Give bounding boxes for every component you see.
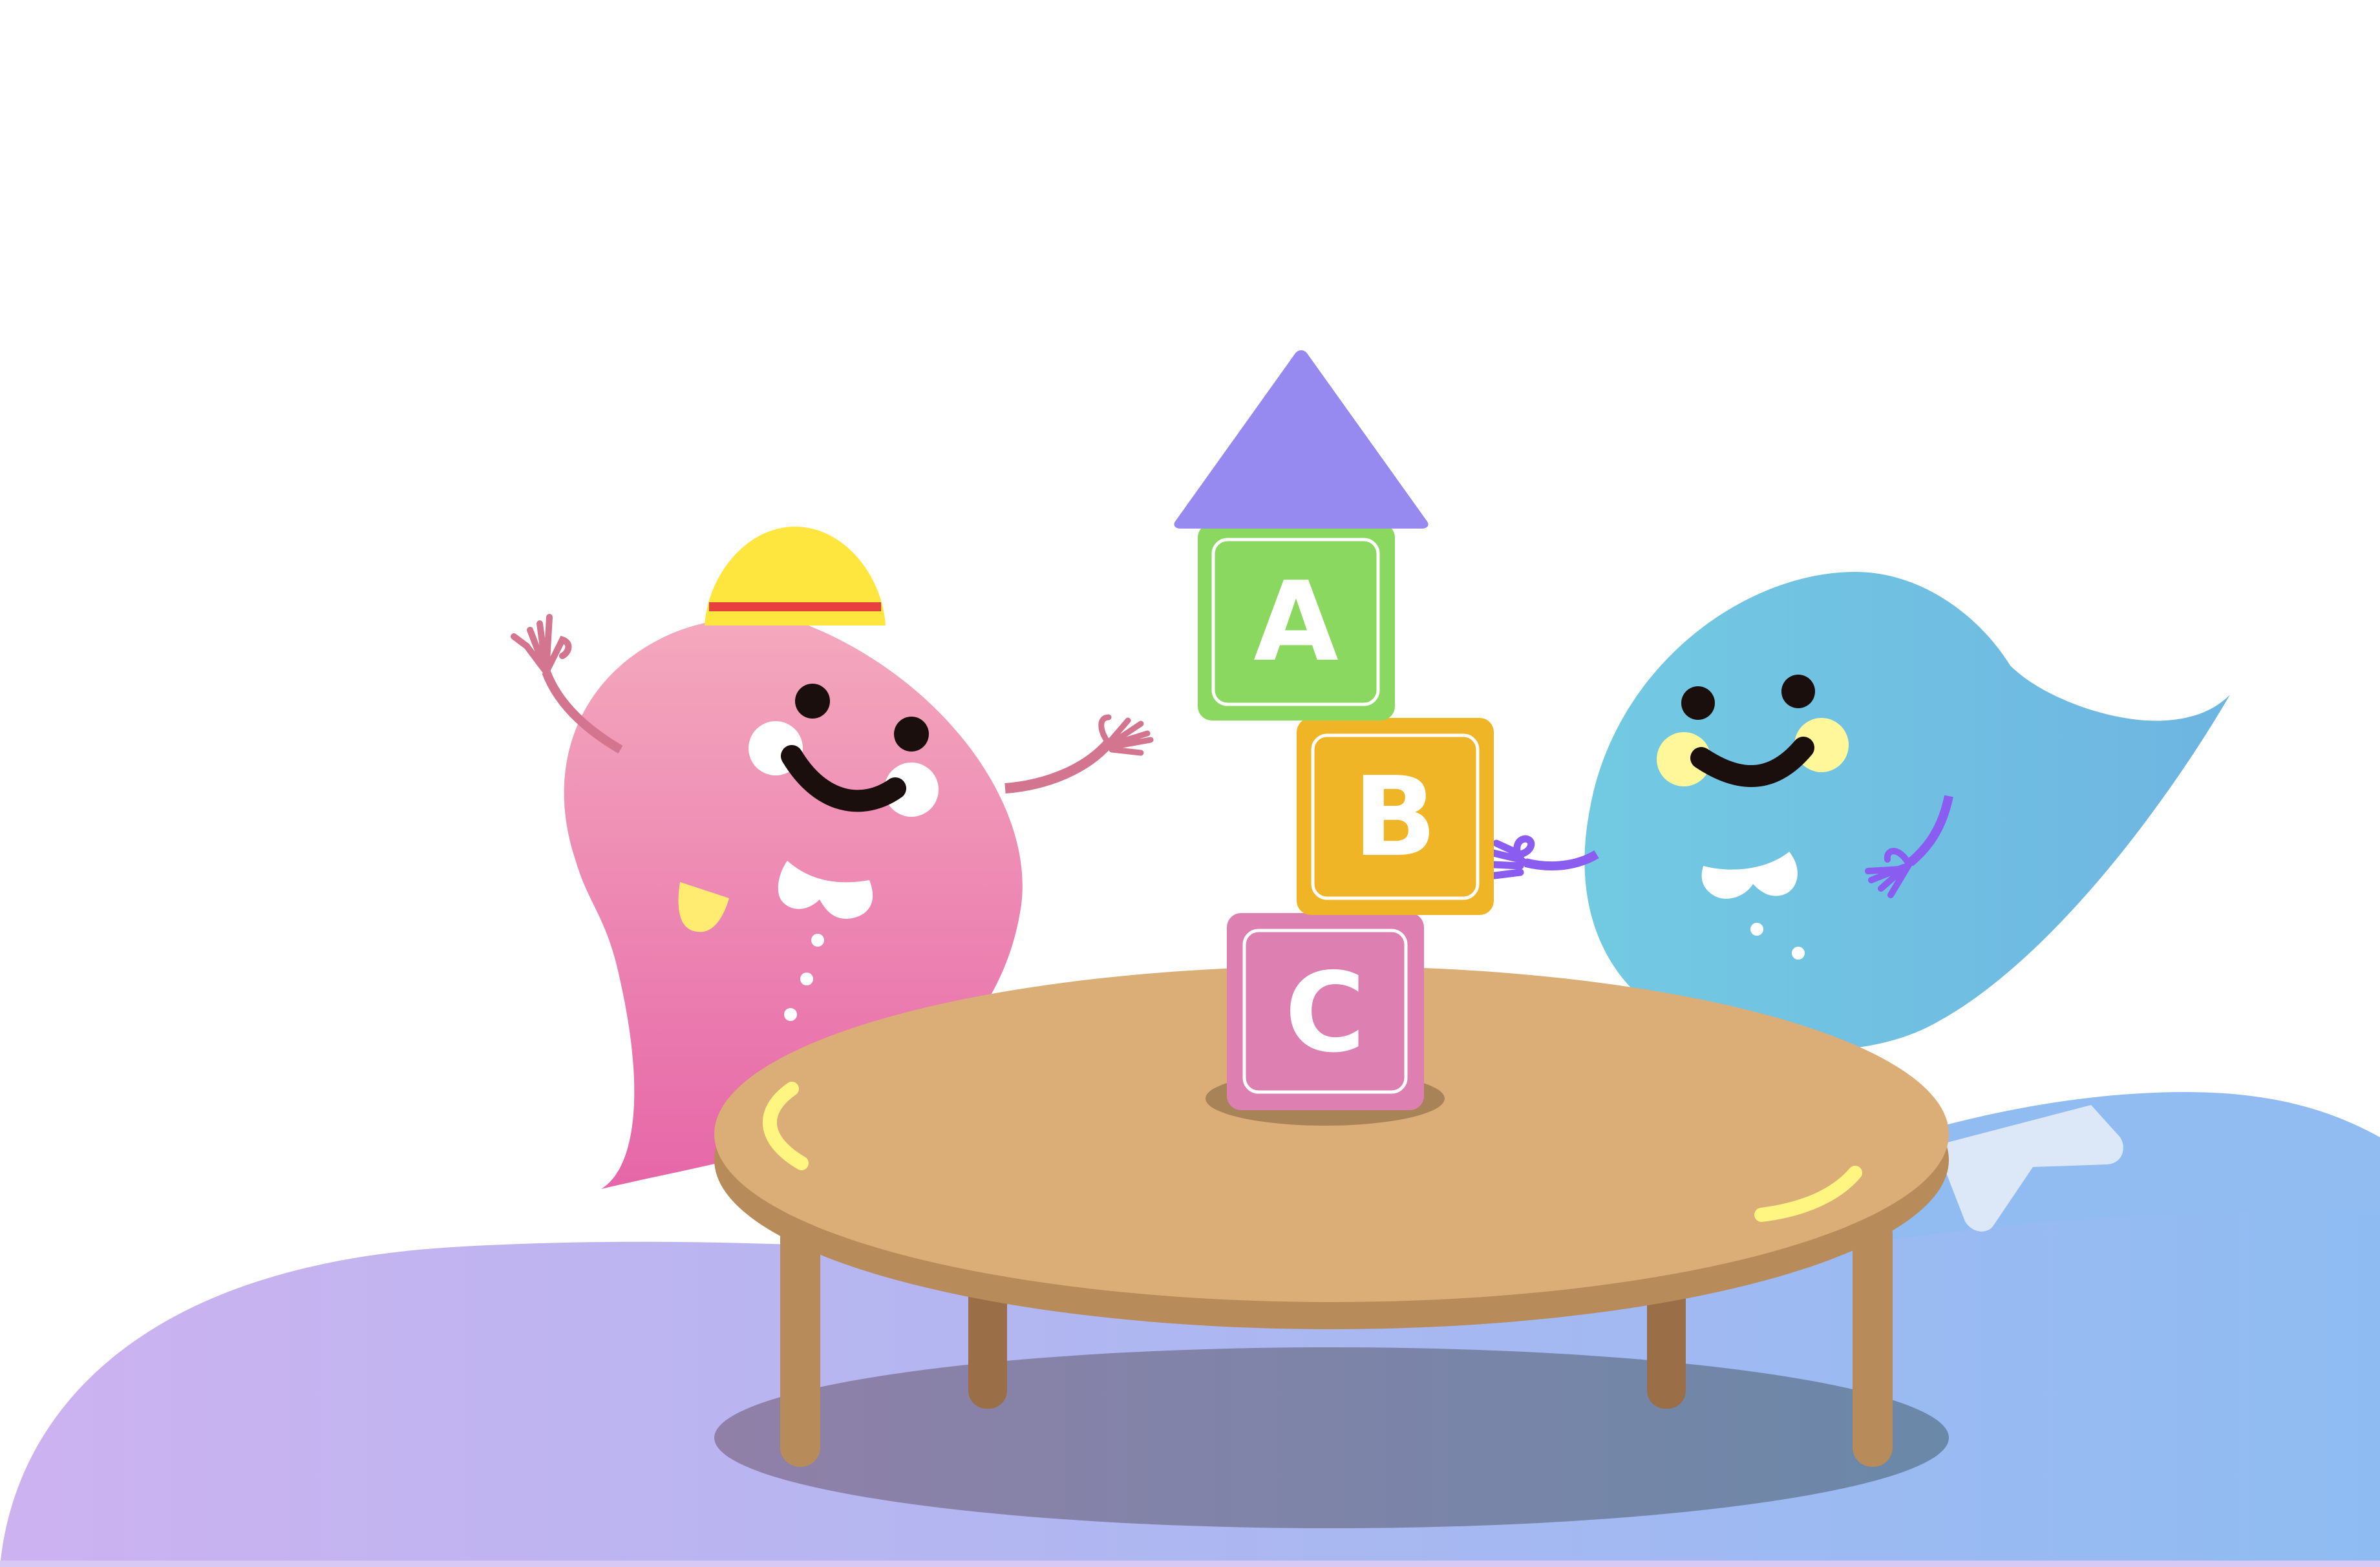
blue-arm-left: [1524, 850, 1599, 871]
table-leg-front-right: [1853, 1215, 1893, 1467]
table-leg-front-left: [780, 1215, 820, 1467]
pink-dot-3: [784, 1008, 797, 1021]
blue-eye-left: [1681, 686, 1715, 720]
pink-eye-left: [795, 684, 830, 719]
pink-eye-right: [894, 717, 929, 752]
block-b-letter: B: [1353, 753, 1437, 881]
block-a-letter: A: [1253, 558, 1339, 686]
table-shadow: [714, 1347, 1949, 1528]
blue-character-body: [1584, 572, 2230, 1051]
illustration-scene: C B A: [0, 350, 2380, 1567]
pink-dot-2: [800, 973, 813, 985]
roof-triangle: [1174, 350, 1429, 529]
block-b: B: [1297, 718, 1494, 915]
block-c-letter: C: [1285, 949, 1366, 1077]
pink-dot-1: [811, 934, 824, 947]
blue-hand-left-icon: [1489, 835, 1535, 879]
hat-band: [709, 602, 881, 611]
blue-dot-2: [1792, 947, 1805, 960]
block-a: A: [1198, 523, 1395, 720]
ground-strip: [0, 1561, 2380, 1567]
blue-dot-1: [1750, 923, 1763, 936]
blue-eye-right: [1781, 675, 1815, 708]
pink-hand-left-icon: [511, 614, 572, 675]
pink-arm-right: [1004, 739, 1113, 794]
block-c: C: [1227, 913, 1424, 1110]
